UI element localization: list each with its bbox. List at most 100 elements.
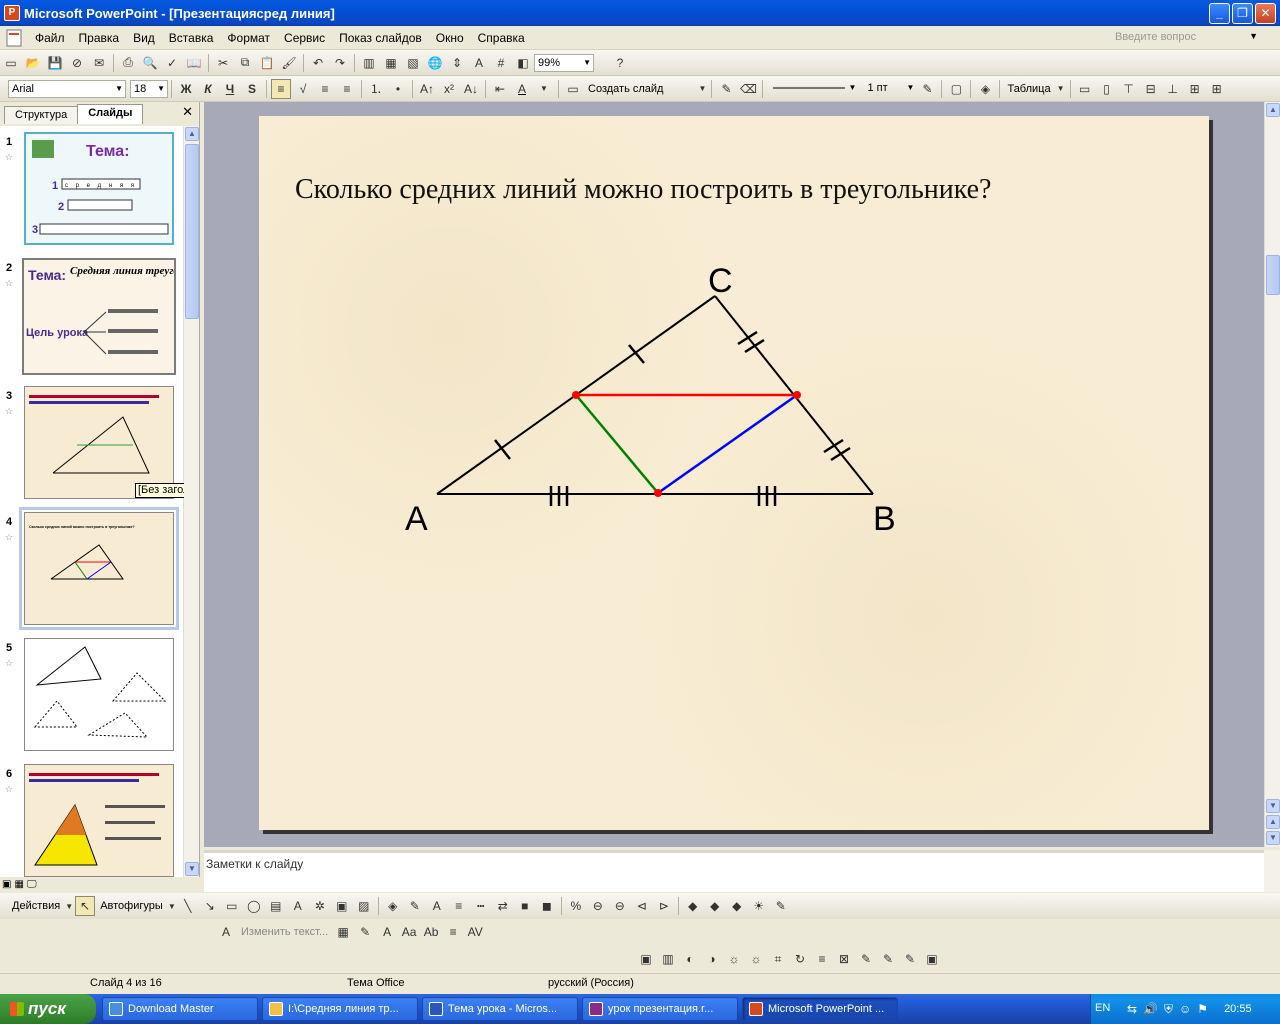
more-contrast-icon[interactable]: ◐ — [680, 949, 700, 969]
menu-view[interactable]: Вид — [126, 31, 162, 45]
edit-text-button[interactable]: Изменить текст... — [237, 926, 332, 938]
shadow-onoff-icon[interactable]: % — [566, 896, 586, 916]
show-grid-icon[interactable]: # — [491, 53, 511, 73]
color-grayscale-icon[interactable]: ◧ — [513, 53, 533, 73]
tray-icon-flag[interactable]: ⚑ — [1197, 1002, 1208, 1016]
format-picture-icon[interactable]: ✎ — [878, 949, 898, 969]
rotate-icon[interactable]: ↻ — [790, 949, 810, 969]
draw-actions-menu[interactable]: Действия — [8, 900, 64, 912]
scroll-down-icon[interactable]: ▼ — [185, 862, 199, 876]
format-painter-icon[interactable]: 🖌 — [279, 53, 299, 73]
arrow-icon[interactable]: ↘ — [200, 896, 220, 916]
scroll-up-icon[interactable]: ▲ — [185, 127, 199, 141]
spelling-icon[interactable]: ✓ — [162, 53, 182, 73]
taskbar-item-powerpoint[interactable]: Microsoft PowerPoint ... — [742, 997, 898, 1021]
wordart-icon[interactable]: A — [288, 896, 308, 916]
menu-edit[interactable]: Правка — [72, 31, 127, 45]
nudge-up-icon[interactable]: ⊖ — [588, 896, 608, 916]
fill-color-icon[interactable]: ◈ — [383, 896, 403, 916]
next-slide-icon[interactable]: ▼ — [1266, 831, 1280, 845]
scroll-down-icon[interactable]: ▼ — [1266, 799, 1280, 813]
split-cells-icon[interactable]: ▯ — [1097, 79, 1117, 99]
triangle-figure[interactable]: A B C — [259, 116, 1209, 830]
slide-sorter-icon[interactable]: ▦ — [14, 879, 23, 890]
previous-slide-icon[interactable]: ▲ — [1266, 815, 1280, 829]
help-icon[interactable]: ? — [610, 53, 630, 73]
close-pane-icon[interactable]: ✕ — [182, 104, 193, 120]
align-middle-icon[interactable]: ⊟ — [1141, 79, 1161, 99]
bullets-icon[interactable]: • — [388, 79, 408, 99]
wordart-spacing-icon[interactable]: AV — [465, 922, 485, 942]
scroll-thumb[interactable] — [1266, 255, 1280, 295]
align-bottom-icon[interactable]: ⊥ — [1163, 79, 1183, 99]
undo-icon[interactable]: ↶ — [308, 53, 328, 73]
select-objects-icon[interactable]: ↖ — [75, 896, 96, 916]
shadow-style-icon[interactable]: ■ — [515, 896, 535, 916]
clipart-icon[interactable]: ▣ — [332, 896, 352, 916]
increase-font-icon[interactable]: A↑ — [417, 79, 437, 99]
wordart-vertical-icon[interactable]: Ab — [421, 922, 441, 942]
tilt-down-icon[interactable]: ◆ — [705, 896, 725, 916]
tray-icon-security[interactable]: ⛨ — [1164, 1002, 1173, 1017]
textbox-icon[interactable]: ▤ — [266, 896, 286, 916]
notes-pane[interactable]: Заметки к слайду — [204, 850, 1264, 892]
taskbar-item-word[interactable]: Тема урока - Micros... — [422, 997, 578, 1021]
menu-tools[interactable]: Сервис — [277, 31, 332, 45]
table-menu-button[interactable]: Таблица — [1003, 83, 1054, 95]
scroll-thumb[interactable] — [185, 144, 199, 319]
copy-icon[interactable]: ⧉ — [235, 53, 255, 73]
transparent-color-icon[interactable]: ✎ — [900, 949, 920, 969]
tab-outline[interactable]: Структура — [4, 106, 79, 124]
border-width-combo[interactable]: 1 пт ▼ — [864, 80, 916, 98]
tray-icon-messenger[interactable]: ☺ — [1179, 1002, 1191, 1016]
fill-color-icon[interactable]: ◈ — [975, 79, 995, 99]
menu-insert[interactable]: Вставка — [162, 31, 221, 45]
notes-scrollbar[interactable] — [1264, 850, 1280, 892]
slide-thumbnail-4[interactable]: Сколько средних линий можно построить в … — [19, 507, 179, 630]
draw-actions-dropdown-icon[interactable]: ▼ — [65, 896, 73, 916]
slide-thumbnail-1[interactable]: Тема: 1 с р е д н я я 2 3 — [24, 132, 174, 245]
print-preview-icon[interactable]: 🔍 — [140, 53, 160, 73]
midline-green[interactable] — [575, 394, 659, 494]
insert-table-icon[interactable]: ▦ — [381, 53, 401, 73]
menu-slideshow[interactable]: Показ слайдов — [332, 31, 429, 45]
picture-icon[interactable]: ▨ — [354, 896, 374, 916]
insert-chart-icon[interactable]: ▥ — [359, 53, 379, 73]
line-icon[interactable]: ╲ — [178, 896, 198, 916]
superscript-icon[interactable]: x² — [439, 79, 459, 99]
current-slide[interactable]: Сколько средних линий можно построить в … — [259, 116, 1209, 830]
cut-icon[interactable]: ✂ — [213, 53, 233, 73]
nudge-right-icon[interactable]: ⊳ — [654, 896, 674, 916]
surface-icon[interactable]: ✎ — [771, 896, 791, 916]
font-name-combo[interactable]: Arial ▼ — [8, 79, 126, 98]
menu-window[interactable]: Окно — [429, 31, 471, 45]
insert-wordart-icon[interactable]: A — [216, 922, 236, 942]
wordart-same-height-icon[interactable]: Aa — [399, 922, 419, 942]
slideshow-icon[interactable]: 🖵 — [27, 879, 37, 890]
tab-slides[interactable]: Слайды — [77, 104, 144, 124]
slide-thumbnail-6[interactable] — [24, 764, 174, 877]
toolbar-options-icon[interactable]: ▼ — [697, 79, 707, 99]
menu-file[interactable]: Файл — [28, 31, 72, 45]
align-left-icon[interactable]: ≡ — [271, 78, 291, 99]
shadow-button[interactable]: S — [242, 79, 262, 99]
font-size-combo[interactable]: 18 ▼ — [130, 79, 168, 98]
language-indicator[interactable]: EN — [1095, 1002, 1110, 1014]
3d-on-icon[interactable]: ◆ — [683, 896, 703, 916]
draw-table-icon[interactable]: ✎ — [716, 79, 736, 99]
line-color-icon[interactable]: ✎ — [405, 896, 425, 916]
normal-view-icon[interactable]: ▣ — [2, 879, 11, 890]
align-center-icon[interactable]: ≡ — [315, 79, 335, 99]
thumbnails-scrollbar[interactable]: ▲ ▼ — [183, 126, 199, 877]
distribute-rows-icon[interactable]: ⊞ — [1185, 79, 1205, 99]
font-color-dropdown-icon[interactable]: ▼ — [534, 79, 554, 99]
border-color-icon[interactable]: ✎ — [917, 79, 937, 99]
research-icon[interactable]: 📖 — [184, 53, 204, 73]
recolor-icon[interactable]: ✎ — [856, 949, 876, 969]
tilt-up-icon[interactable]: ◆ — [727, 896, 747, 916]
clock[interactable]: 20:55 — [1224, 1003, 1252, 1015]
dash-style-icon[interactable]: ┅ — [471, 896, 491, 916]
3d-style-icon[interactable]: ◼ — [537, 896, 557, 916]
close-button[interactable]: ✕ — [1255, 3, 1276, 24]
more-brightness-icon[interactable]: ☼ — [724, 949, 744, 969]
